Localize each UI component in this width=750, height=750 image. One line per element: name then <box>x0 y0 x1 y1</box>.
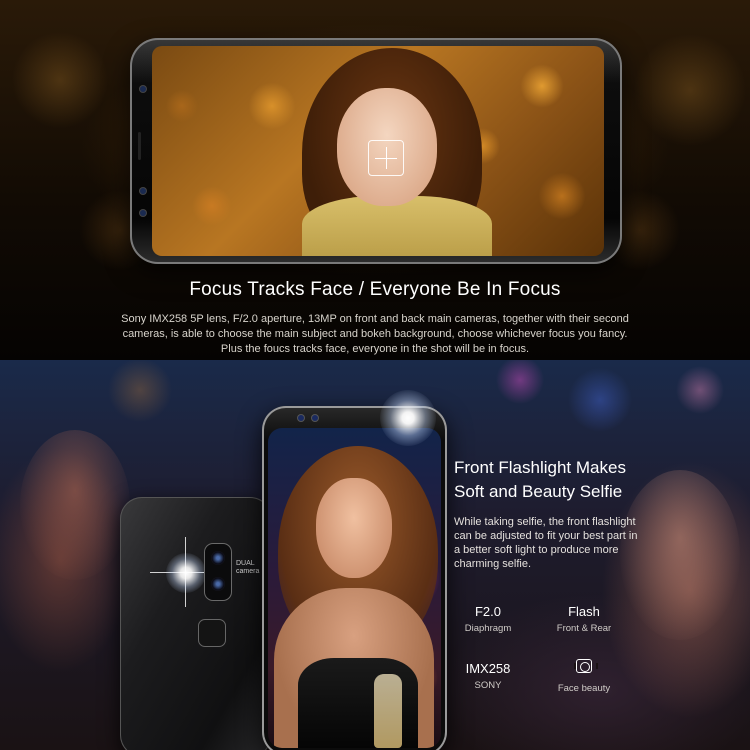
face-beauty-icon <box>574 659 598 673</box>
phone-front <box>262 390 447 750</box>
section-description: Sony IMX258 5P lens, F/2.0 aperture, 13M… <box>121 313 629 355</box>
front-camera-icon <box>140 86 146 92</box>
front-camera-icon <box>140 210 146 216</box>
dual-camera-label: DUAL camera <box>236 560 259 576</box>
spec-label: Front & Rear <box>556 623 612 634</box>
spec-aperture: F2.0 Diaphragm <box>455 604 521 635</box>
rear-flash-icon <box>166 553 206 593</box>
front-camera-icon <box>140 188 146 194</box>
fingerprint-sensor-icon <box>198 619 226 647</box>
front-camera-icon <box>312 415 318 421</box>
front-flash-icon <box>380 390 436 446</box>
face-focus-icon <box>368 140 404 176</box>
dual-camera-module <box>204 543 232 601</box>
phone-screen-photo <box>152 46 604 256</box>
camera-lens-icon <box>211 577 225 591</box>
spec-face-beauty: Face beauty <box>548 659 620 695</box>
front-camera-icon <box>298 415 304 421</box>
top-banner: Focus Tracks Face / Everyone Be In Focus… <box>0 0 750 360</box>
phone-landscape <box>130 38 622 264</box>
spec-value: F2.0 <box>474 604 501 619</box>
section-description: While taking selfie, the front flashligh… <box>454 516 638 570</box>
woman-face <box>316 478 392 578</box>
headline-line1: Front Flashlight Makes <box>454 458 626 477</box>
phone-screen-selfie <box>268 428 441 748</box>
section-headline: Focus Tracks Face / Everyone Be In Focus <box>189 279 561 300</box>
background-person <box>20 430 130 580</box>
section-headline: Front Flashlight Makes Soft and Beauty S… <box>454 456 684 504</box>
spec-flash: Flash Front & Rear <box>548 604 620 635</box>
camera-lens-icon <box>211 551 225 565</box>
spec-label: Face beauty <box>557 683 611 694</box>
earpiece <box>138 132 141 160</box>
spec-label: Diaphragm <box>464 623 512 634</box>
phone-back: DUAL camera <box>120 497 272 750</box>
spec-value: IMX258 <box>465 661 511 676</box>
spec-value: Flash <box>568 604 600 619</box>
spec-label: SONY <box>474 680 502 691</box>
spec-sensor: IMX258 SONY <box>455 661 521 692</box>
champagne-glass <box>374 674 402 748</box>
headline-line2: Soft and Beauty Selfie <box>454 482 623 501</box>
dual-label-line2: camera <box>236 568 260 575</box>
dual-label-line1: DUAL <box>236 560 255 567</box>
